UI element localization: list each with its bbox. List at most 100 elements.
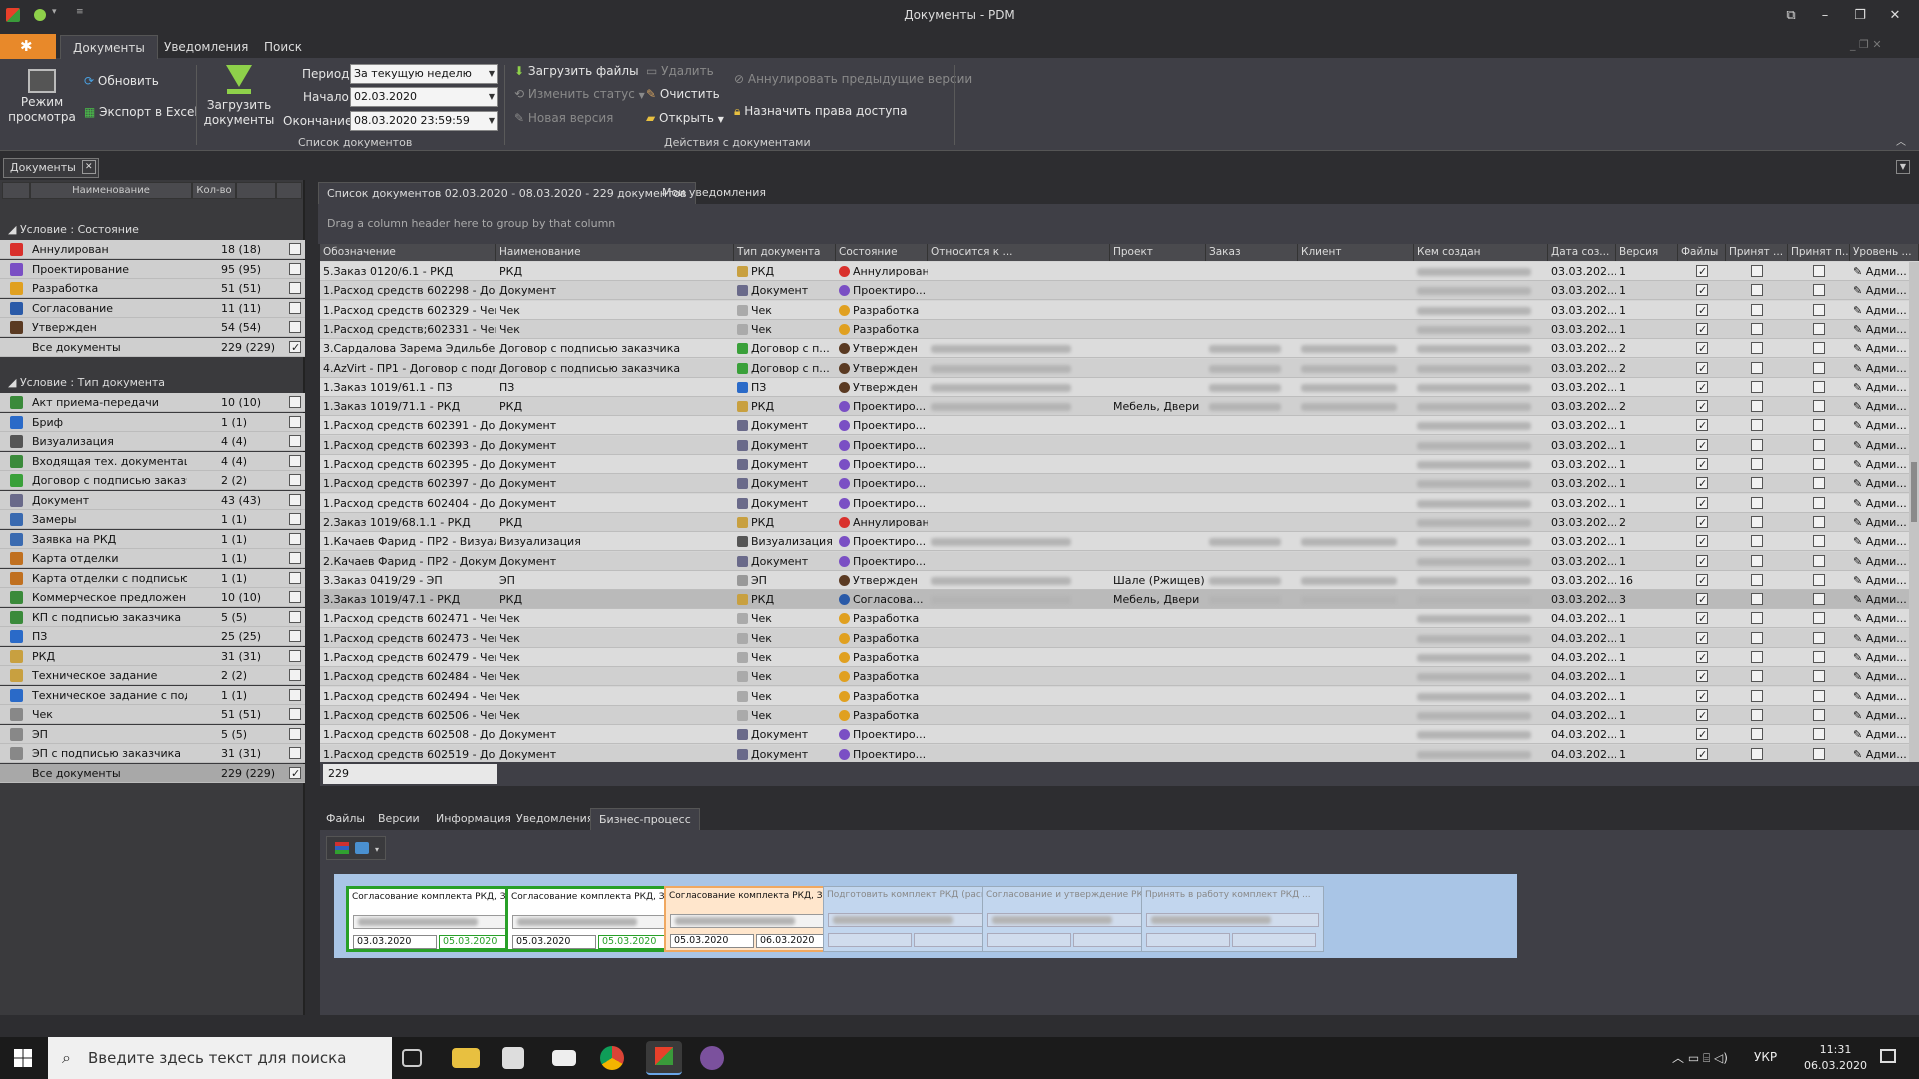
documents-doc-tab[interactable]: Документы ✕ — [3, 158, 99, 178]
filter-checkbox[interactable] — [289, 591, 301, 603]
scroll-thumb[interactable] — [1911, 462, 1917, 522]
filter-row[interactable]: Входящая тех. документация 4 (4) — [0, 451, 305, 471]
filter-checkbox[interactable] — [289, 493, 301, 506]
accepted-by-checkbox[interactable] — [1813, 322, 1825, 335]
files-checkbox[interactable] — [1696, 378, 1708, 397]
filter-row[interactable]: Коммерческое предложение 10 (10) — [0, 588, 305, 607]
files-checkbox[interactable] — [1696, 281, 1708, 300]
filter-row[interactable]: КП с подписью заказчика 5 (5) — [0, 607, 305, 627]
filter-checkbox[interactable] — [289, 688, 301, 701]
filter-checkbox[interactable] — [289, 727, 301, 740]
accepted-checkbox[interactable] — [1751, 438, 1763, 451]
column-header[interactable]: Уровень ... — [1850, 244, 1919, 261]
accepted-checkbox[interactable] — [1751, 284, 1763, 297]
change-status-button[interactable]: ⟲ Изменить статус ▼ — [514, 84, 645, 104]
clock[interactable]: 11:31 06.03.2020 — [1804, 1042, 1867, 1074]
tab-notifications[interactable]: Уведомления — [152, 35, 260, 59]
filter-checkbox[interactable] — [289, 301, 301, 314]
accepted-checkbox[interactable] — [1751, 380, 1763, 393]
accepted-by-checkbox[interactable] — [1813, 631, 1825, 644]
files-checkbox[interactable] — [1696, 745, 1708, 762]
accepted-checkbox[interactable] — [1751, 496, 1763, 509]
files-checkbox[interactable] — [1696, 474, 1708, 493]
files-checkbox[interactable] — [1696, 590, 1708, 609]
gantt-icon[interactable] — [335, 842, 349, 854]
table-row[interactable]: 4.AzVirt - ПР1 - Договор с подпи...Догов… — [320, 358, 1919, 378]
accepted-checkbox[interactable] — [1751, 342, 1763, 355]
column-header[interactable]: Заказ — [1206, 244, 1298, 261]
new-version-button[interactable]: ✎ Новая версия — [514, 108, 613, 128]
accepted-checkbox[interactable] — [1751, 612, 1763, 625]
files-checkbox[interactable] — [1696, 455, 1708, 474]
close-tab-icon[interactable]: ✕ — [81, 160, 96, 174]
annul-previous-button[interactable]: ⊘ Аннулировать предыдущие версии — [734, 69, 972, 89]
table-row[interactable]: 5.Заказ 0120/6.1 - РКД РКД РКД Аннулирован 0… — [320, 262, 1919, 281]
accepted-by-checkbox[interactable] — [1813, 284, 1825, 297]
tab-my-notifications[interactable]: Мои уведомления — [654, 182, 774, 204]
column-header[interactable]: Состояние — [836, 244, 928, 261]
accepted-by-checkbox[interactable] — [1813, 535, 1825, 548]
filter-checkbox[interactable] — [289, 552, 301, 564]
accepted-checkbox[interactable] — [1751, 747, 1763, 760]
table-row[interactable]: 1.Заказ 1019/71.1 - РКД РКД РКД Проектиро..… — [320, 397, 1919, 417]
accepted-by-checkbox[interactable] — [1813, 380, 1825, 393]
table-row[interactable]: 3.Заказ 1019/47.1 - РКД РКД РКД Согласова..… — [320, 590, 1919, 610]
end-date-field[interactable]: 08.03.2020 23:59:59 ▼ — [350, 111, 498, 131]
filter-checkbox[interactable] — [289, 630, 301, 642]
filter-checkbox[interactable] — [289, 513, 301, 525]
accepted-checkbox[interactable] — [1751, 728, 1763, 741]
start-date-field[interactable]: 02.03.2020 ▼ — [350, 87, 498, 107]
accepted-by-checkbox[interactable] — [1813, 303, 1825, 316]
column-header[interactable]: Клиент — [1298, 244, 1414, 261]
filter-checkbox[interactable] — [289, 747, 301, 759]
table-row[interactable]: 1.Расход средств 602298 - Док... Документ… — [320, 281, 1919, 301]
files-checkbox[interactable] — [1696, 552, 1708, 571]
filter-checkbox[interactable] — [289, 454, 301, 467]
refresh-button[interactable]: ⟳ Обновить — [84, 71, 159, 91]
table-row[interactable]: 1.Расход средств;602331 - Чек Чек Чек Разра… — [320, 319, 1919, 339]
filter-checkbox[interactable] — [289, 338, 301, 357]
table-row[interactable]: 1.Расход средств 602404 - Док... Документ… — [320, 493, 1919, 513]
filter-checkbox[interactable] — [289, 474, 301, 486]
filter-row[interactable]: Разработка 51 (51) — [0, 279, 305, 298]
process-step-card[interactable]: Согласование и утверждение РКД... — [982, 886, 1165, 952]
accepted-checkbox[interactable] — [1751, 322, 1763, 335]
filter-row[interactable]: Проектирование 95 (95) — [0, 259, 305, 279]
accepted-by-checkbox[interactable] — [1813, 747, 1825, 760]
language-indicator[interactable]: УКР — [1754, 1050, 1777, 1064]
filter-row[interactable]: Техническое задание 2 (2) — [0, 666, 305, 685]
help-icon[interactable]: ⧉ — [1776, 4, 1806, 28]
table-row[interactable]: 1.Заказ 1019/61.1 - ПЗ ПЗ ПЗ Утвержден 03.03… — [320, 377, 1919, 397]
accepted-checkbox[interactable] — [1751, 361, 1763, 374]
filter-row[interactable]: Замеры 1 (1) — [0, 510, 305, 529]
column-header[interactable]: Проект — [1110, 244, 1206, 261]
table-row[interactable]: 1.Расход средств 602494 - Чек Чек Чек Разра… — [320, 686, 1919, 706]
filter-checkbox[interactable] — [289, 321, 301, 333]
files-checkbox[interactable] — [1696, 532, 1708, 551]
table-row[interactable]: 1.Расход средств 602508 - Док... Документ… — [320, 725, 1919, 745]
table-row[interactable]: 1.Расход средств 602473 - Чек Чек Чек Разра… — [320, 628, 1919, 648]
files-checkbox[interactable] — [1696, 648, 1708, 667]
column-header[interactable]: Наименование — [496, 244, 734, 261]
app-menu-button[interactable]: ✱ — [0, 34, 56, 59]
accepted-checkbox[interactable] — [1751, 689, 1763, 702]
upload-files-button[interactable]: ⬇ Загрузить файлы — [514, 61, 639, 81]
column-header[interactable]: Принят п... — [1788, 244, 1850, 261]
filter-row[interactable]: ЭП 5 (5) — [0, 724, 305, 744]
column-header[interactable]: Дата соз... — [1548, 244, 1616, 261]
filter-row[interactable]: Документ 43 (43) — [0, 490, 305, 510]
group-type-header[interactable]: ◢ Условие : Тип документа — [0, 373, 305, 392]
close-button[interactable]: ✕ — [1880, 4, 1910, 28]
accepted-by-checkbox[interactable] — [1813, 515, 1825, 528]
tab-detail-notifications[interactable]: Уведомления — [508, 808, 601, 830]
files-checkbox[interactable] — [1696, 513, 1708, 532]
accepted-by-checkbox[interactable] — [1813, 419, 1825, 432]
files-checkbox[interactable] — [1696, 667, 1708, 686]
view-mode-button[interactable]: Режим просмотра — [8, 69, 76, 125]
accepted-by-checkbox[interactable] — [1813, 728, 1825, 741]
accepted-checkbox[interactable] — [1751, 477, 1763, 490]
filter-row[interactable]: Аннулирован 18 (18) — [0, 240, 305, 259]
table-row[interactable]: 3.Заказ 0419/29 - ЭП ЭП ЭП Утвержден Шале (Р… — [320, 570, 1919, 590]
tray-icons[interactable]: ︿ ▭ ⌸ ◁) — [1672, 1049, 1728, 1066]
table-row[interactable]: 2.Качаев Фарид - ПР2 - ДокументДокументД… — [320, 551, 1919, 571]
